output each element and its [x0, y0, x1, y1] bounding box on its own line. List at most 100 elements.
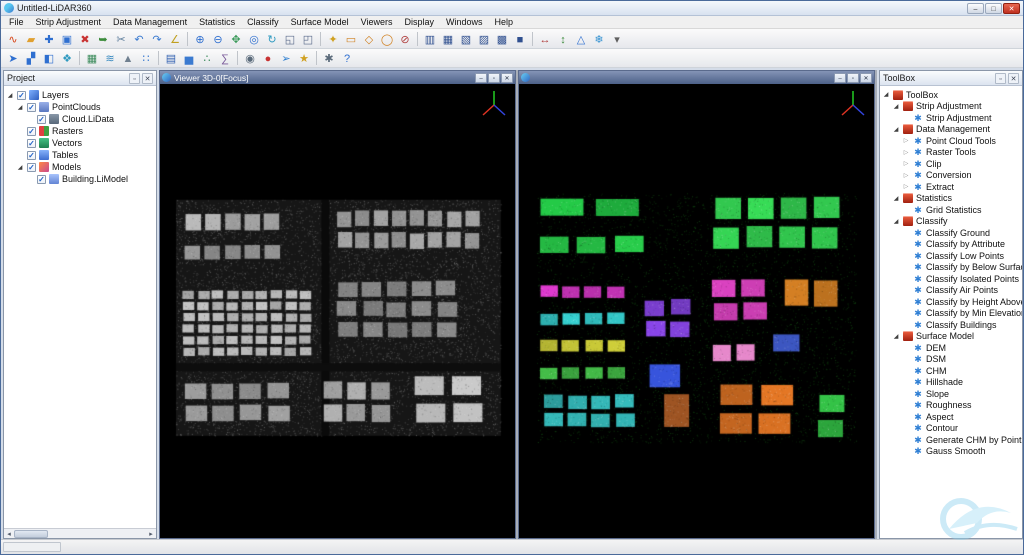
tree-item-dsm[interactable]: ✱DSM	[880, 354, 1022, 366]
viewer-close-icon[interactable]: ✕	[860, 73, 872, 83]
scroll-right-icon[interactable]: ▸	[146, 530, 156, 538]
save-project-icon[interactable]: ▣	[58, 31, 76, 47]
tree-item-layers[interactable]: ◢✓Layers	[4, 89, 156, 101]
menu-item-viewers[interactable]: Viewers	[355, 16, 399, 29]
tree-item-strip-adjustment[interactable]: ◢Strip Adjustment	[880, 101, 1022, 113]
layer-checkbox[interactable]: ✓	[37, 175, 46, 184]
add-data-icon[interactable]: ✚	[40, 31, 58, 47]
measure-angle-icon[interactable]: ∠	[166, 31, 184, 47]
tree-item-classify-by-min-elevation[interactable]: ✱Classify by Min Elevation	[880, 308, 1022, 320]
bookmark-icon[interactable]: ★	[295, 50, 313, 66]
expand-arrow-icon[interactable]: ▷	[902, 149, 910, 156]
layer-checkbox[interactable]: ✓	[17, 91, 26, 100]
expand-arrow-icon[interactable]: ◢	[892, 218, 900, 225]
fly-through-icon[interactable]: ➢	[277, 50, 295, 66]
menu-item-statistics[interactable]: Statistics	[193, 16, 241, 29]
tree-item-classify-air-points[interactable]: ✱Classify Air Points	[880, 285, 1022, 297]
open-data-icon[interactable]: ▰	[22, 31, 40, 47]
close-panel-icon[interactable]: ✕	[1008, 73, 1019, 84]
display-by-rgb-icon[interactable]: ▨	[475, 31, 493, 47]
tree-item-slope[interactable]: ✱Slope	[880, 388, 1022, 400]
attribute-table-icon[interactable]: ▤	[162, 50, 180, 66]
close-panel-icon[interactable]: ✕	[142, 73, 153, 84]
viewer-restore-icon[interactable]: ▫	[488, 73, 500, 83]
tree-item-aspect[interactable]: ✱Aspect	[880, 411, 1022, 423]
profile-view-icon[interactable]: ◧	[40, 50, 58, 66]
menu-item-windows[interactable]: Windows	[440, 16, 489, 29]
viewer-minimize-icon[interactable]: –	[834, 73, 846, 83]
menu-item-help[interactable]: Help	[489, 16, 520, 29]
tree-item-classify[interactable]: ◢Classify	[880, 216, 1022, 228]
expand-arrow-icon[interactable]: ◢	[16, 104, 24, 111]
viewer-1-titlebar[interactable]: – ▫ ✕	[519, 71, 874, 84]
zoom-out-icon[interactable]: ⊖	[209, 31, 227, 47]
histogram-icon[interactable]: ▅	[180, 50, 198, 66]
project-hscrollbar[interactable]: ◂ ▸	[4, 528, 156, 538]
clip-tool-icon[interactable]: ✂	[112, 31, 130, 47]
density-tool-icon[interactable]: ∷	[137, 50, 155, 66]
tree-item-strip-adjustment[interactable]: ✱Strip Adjustment	[880, 112, 1022, 124]
scroll-left-icon[interactable]: ◂	[4, 530, 14, 538]
tree-item-chm[interactable]: ✱CHM	[880, 365, 1022, 377]
expand-arrow-icon[interactable]: ▷	[902, 137, 910, 144]
layer-checkbox[interactable]: ✓	[27, 127, 36, 136]
tree-item-generate-chm-by-point-cloud[interactable]: ✱Generate CHM by Point Cloud	[880, 434, 1022, 446]
profile-tool-icon[interactable]: ∿	[4, 31, 22, 47]
tree-item-conversion[interactable]: ▷✱Conversion	[880, 170, 1022, 182]
viewer-3d-0-canvas[interactable]	[160, 84, 515, 538]
display-blend-icon[interactable]: ■	[511, 31, 529, 47]
tree-item-contour[interactable]: ✱Contour	[880, 423, 1022, 435]
tin-tool-icon[interactable]: ▲	[119, 50, 137, 66]
tree-item-surface-model[interactable]: ◢Surface Model	[880, 331, 1022, 343]
tree-item-clip[interactable]: ▷✱Clip	[880, 158, 1022, 170]
tree-item-models[interactable]: ◢✓Models	[4, 161, 156, 173]
tree-item-grid-statistics[interactable]: ✱Grid Statistics	[880, 204, 1022, 216]
tree-item-classify-by-height-above-ground[interactable]: ✱Classify by Height Above Ground	[880, 296, 1022, 308]
tree-item-cloud-lidata[interactable]: ✓Cloud.LiData	[4, 113, 156, 125]
select-point-icon[interactable]: ✦	[324, 31, 342, 47]
tree-item-classify-ground[interactable]: ✱Classify Ground	[880, 227, 1022, 239]
expand-arrow-icon[interactable]: ◢	[6, 92, 14, 99]
top-view-icon[interactable]: ◱	[281, 31, 299, 47]
more-dropdown-icon[interactable]: ▾	[608, 31, 626, 47]
tree-item-hillshade[interactable]: ✱Hillshade	[880, 377, 1022, 389]
tree-item-dem[interactable]: ✱DEM	[880, 342, 1022, 354]
tree-item-rasters[interactable]: ✓Rasters	[4, 125, 156, 137]
expand-arrow-icon[interactable]: ◢	[892, 333, 900, 340]
contour-tool-icon[interactable]: ≋	[101, 50, 119, 66]
clear-selection-icon[interactable]: ⊘	[396, 31, 414, 47]
glass-display-icon[interactable]: ❄	[590, 31, 608, 47]
maximize-button[interactable]: □	[985, 3, 1002, 14]
tree-item-classify-isolated-points[interactable]: ✱Classify Isolated Points	[880, 273, 1022, 285]
tree-item-extract[interactable]: ▷✱Extract	[880, 181, 1022, 193]
redo-icon[interactable]: ↷	[148, 31, 166, 47]
tree-item-pointclouds[interactable]: ◢✓PointClouds	[4, 101, 156, 113]
menu-item-surface-model[interactable]: Surface Model	[285, 16, 355, 29]
viewer-close-icon[interactable]: ✕	[501, 73, 513, 83]
tree-item-toolbox[interactable]: ◢ToolBox	[880, 89, 1022, 101]
viewer-0-titlebar[interactable]: Viewer 3D-0[Focus] – ▫ ✕	[160, 71, 515, 84]
raster-tool-icon[interactable]: ▦	[83, 50, 101, 66]
layer-checkbox[interactable]: ✓	[27, 139, 36, 148]
tree-item-tables[interactable]: ✓Tables	[4, 149, 156, 161]
expand-arrow-icon[interactable]: ◢	[892, 126, 900, 133]
layer-checkbox[interactable]: ✓	[27, 163, 36, 172]
minimize-button[interactable]: –	[967, 3, 984, 14]
scroll-thumb[interactable]	[14, 530, 48, 538]
undock-panel-icon[interactable]: ▫	[129, 73, 140, 84]
select-circle-icon[interactable]: ◯	[378, 31, 396, 47]
measure-distance-icon[interactable]: ↔	[536, 31, 554, 47]
tree-item-vectors[interactable]: ✓Vectors	[4, 137, 156, 149]
expand-arrow-icon[interactable]: ◢	[892, 195, 900, 202]
layer-checkbox[interactable]: ✓	[37, 115, 46, 124]
tree-item-classify-by-attribute[interactable]: ✱Classify by Attribute	[880, 239, 1022, 251]
scatter-plot-icon[interactable]: ∴	[198, 50, 216, 66]
help-tool-icon[interactable]: ?	[338, 50, 356, 66]
measure-area-icon[interactable]: △	[572, 31, 590, 47]
viewer-restore-icon[interactable]: ▫	[847, 73, 859, 83]
zoom-in-icon[interactable]: ⊕	[191, 31, 209, 47]
tree-item-building-limodel[interactable]: ✓Building.LiModel	[4, 173, 156, 185]
tree-item-data-management[interactable]: ◢Data Management	[880, 124, 1022, 136]
close-button[interactable]: ✕	[1003, 3, 1020, 14]
pick-tool-icon[interactable]: ➤	[4, 50, 22, 66]
